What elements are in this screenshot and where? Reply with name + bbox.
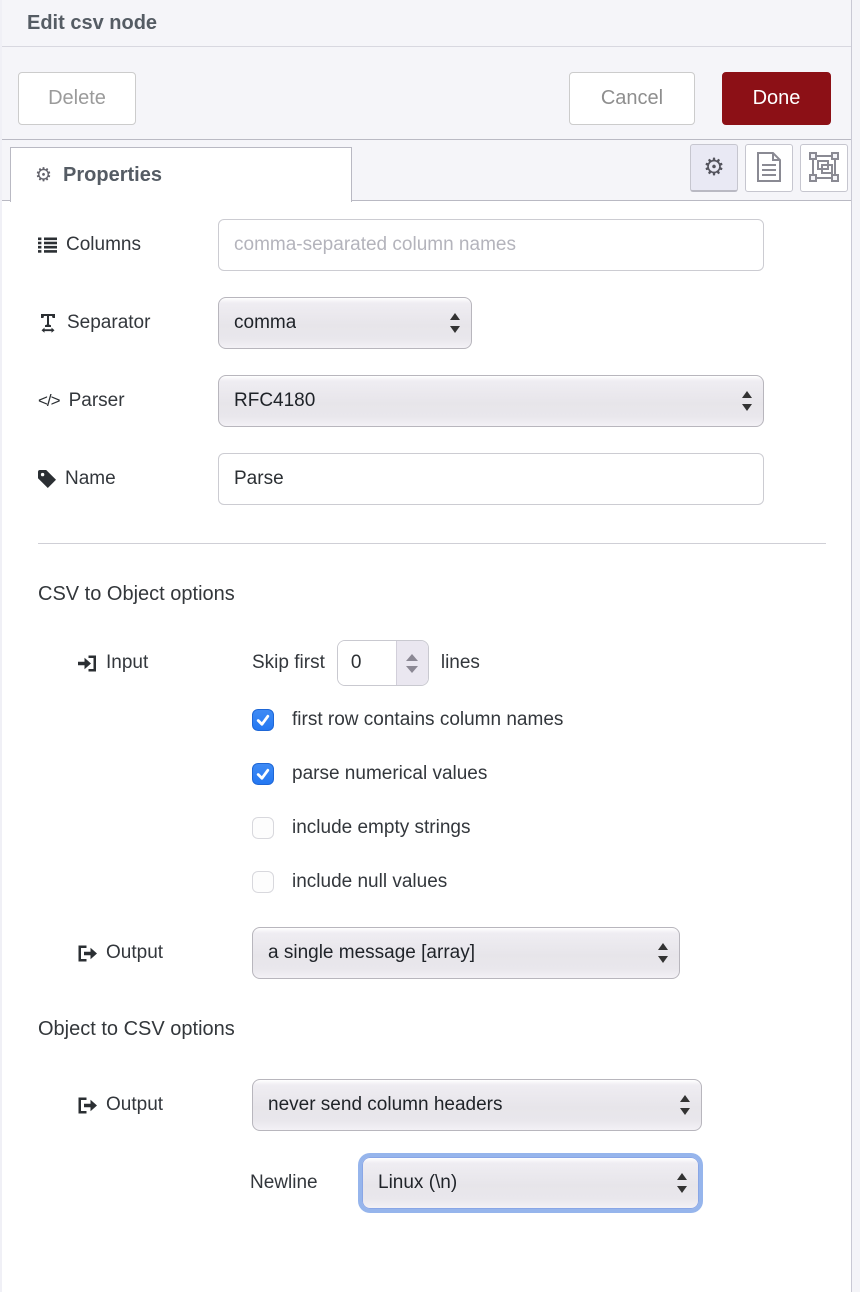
section-divider bbox=[38, 543, 826, 544]
select-caret-icon bbox=[741, 390, 753, 412]
appearance-tab-button[interactable] bbox=[800, 144, 848, 192]
sign-out-icon bbox=[78, 1097, 97, 1114]
tab-properties[interactable]: ⚙ Properties bbox=[10, 147, 352, 202]
separator-label: Separator bbox=[38, 312, 218, 334]
spinner-up-icon[interactable] bbox=[406, 654, 418, 661]
newline-select[interactable]: Linux (\n) bbox=[362, 1157, 699, 1209]
name-label-text: Name bbox=[65, 468, 116, 490]
separator-select[interactable]: comma bbox=[218, 297, 472, 349]
newline-row: Newline Linux (\n) bbox=[38, 1157, 823, 1209]
parser-select-value: RFC4180 bbox=[234, 390, 315, 412]
checkbox-parse-numerical-values[interactable] bbox=[252, 763, 274, 785]
separator-row: Separator comma bbox=[38, 297, 823, 349]
obj-output-select[interactable]: never send column headers bbox=[252, 1079, 702, 1131]
obj-output-select-value: never send column headers bbox=[268, 1094, 502, 1116]
check-icon bbox=[255, 712, 271, 728]
sign-in-icon bbox=[78, 655, 97, 672]
code-icon: </> bbox=[38, 391, 60, 411]
parser-label-text: Parser bbox=[69, 390, 125, 412]
checkbox-row: include null values bbox=[252, 868, 823, 896]
input-row: Input Skip first lines bbox=[38, 640, 823, 686]
list-icon bbox=[38, 237, 57, 253]
select-caret-icon bbox=[449, 312, 461, 334]
newline-label: Newline bbox=[250, 1172, 362, 1194]
skip-first-label: Skip first bbox=[252, 652, 325, 674]
separator-select-value: comma bbox=[234, 312, 296, 334]
delete-button[interactable]: Delete bbox=[18, 72, 136, 125]
columns-input[interactable] bbox=[218, 219, 764, 271]
name-label: Name bbox=[38, 468, 218, 490]
checkbox-row: first row contains column names bbox=[252, 706, 823, 734]
lines-label: lines bbox=[441, 652, 480, 674]
tab-properties-label: Properties bbox=[63, 164, 162, 187]
input-label-text: Input bbox=[106, 652, 148, 674]
separator-label-text: Separator bbox=[67, 312, 150, 334]
text-width-icon bbox=[38, 314, 58, 333]
csv-output-label-text: Output bbox=[106, 942, 163, 964]
check-icon bbox=[255, 766, 271, 782]
csv-output-select[interactable]: a single message [array] bbox=[252, 927, 680, 979]
spinner-stepper[interactable] bbox=[396, 641, 428, 685]
checkbox-row: parse numerical values bbox=[252, 760, 823, 788]
parser-row: </> Parser RFC4180 bbox=[38, 375, 823, 427]
skip-lines-spinner bbox=[337, 640, 429, 686]
description-tab-button[interactable] bbox=[745, 144, 793, 192]
dialog-header: Edit csv node bbox=[2, 0, 851, 47]
csv-output-select-value: a single message [array] bbox=[268, 942, 475, 964]
checkbox-first-row-contains-column-names[interactable] bbox=[252, 709, 274, 731]
input-label: Input bbox=[38, 652, 252, 674]
dialog-title: Edit csv node bbox=[27, 12, 157, 35]
properties-form: Columns Separator comma bbox=[2, 201, 851, 1209]
select-caret-icon bbox=[679, 1094, 691, 1116]
select-caret-icon bbox=[676, 1172, 688, 1194]
obj-output-row: Output never send column headers bbox=[38, 1079, 823, 1131]
done-button[interactable]: Done bbox=[722, 72, 831, 125]
csv-output-label: Output bbox=[38, 942, 252, 964]
checkbox-include-empty-strings[interactable] bbox=[252, 817, 274, 839]
name-input[interactable] bbox=[218, 453, 764, 505]
csv-output-row: Output a single message [array] bbox=[38, 927, 823, 979]
checkbox-row: include empty strings bbox=[252, 814, 823, 842]
appearance-icon bbox=[809, 152, 839, 185]
name-row: Name bbox=[38, 453, 823, 505]
checkbox-include-null-values[interactable] bbox=[252, 871, 274, 893]
cancel-button[interactable]: Cancel bbox=[569, 72, 695, 125]
sign-out-icon bbox=[78, 945, 97, 962]
spinner-down-icon[interactable] bbox=[406, 666, 418, 673]
parser-select[interactable]: RFC4180 bbox=[218, 375, 764, 427]
skip-lines-input[interactable] bbox=[338, 641, 396, 685]
checkbox-label[interactable]: include empty strings bbox=[292, 817, 470, 839]
newline-select-value: Linux (\n) bbox=[378, 1172, 457, 1194]
editor-tab-bar: ⚙ Properties ⚙ bbox=[2, 140, 851, 201]
checkbox-label[interactable]: include null values bbox=[292, 871, 447, 893]
dialog-toolbar: Delete Cancel Done bbox=[2, 47, 851, 140]
csv-to-object-heading: CSV to Object options bbox=[38, 580, 823, 608]
document-icon bbox=[756, 151, 782, 186]
select-caret-icon bbox=[657, 942, 669, 964]
checkbox-label[interactable]: first row contains column names bbox=[292, 709, 563, 731]
obj-output-label-text: Output bbox=[106, 1094, 163, 1116]
object-to-csv-heading: Object to CSV options bbox=[38, 1015, 823, 1043]
tag-icon bbox=[38, 470, 56, 488]
columns-label: Columns bbox=[38, 234, 218, 256]
parser-label: </> Parser bbox=[38, 390, 218, 412]
gear-icon: ⚙ bbox=[703, 156, 725, 180]
obj-output-label: Output bbox=[38, 1094, 252, 1116]
columns-label-text: Columns bbox=[66, 234, 141, 256]
gear-icon: ⚙ bbox=[35, 166, 52, 185]
properties-tab-button[interactable]: ⚙ bbox=[690, 144, 738, 192]
columns-row: Columns bbox=[38, 219, 823, 271]
checkbox-label[interactable]: parse numerical values bbox=[292, 763, 487, 785]
edit-csv-node-dialog: Edit csv node Delete Cancel Done ⚙ Prope… bbox=[0, 0, 852, 1292]
